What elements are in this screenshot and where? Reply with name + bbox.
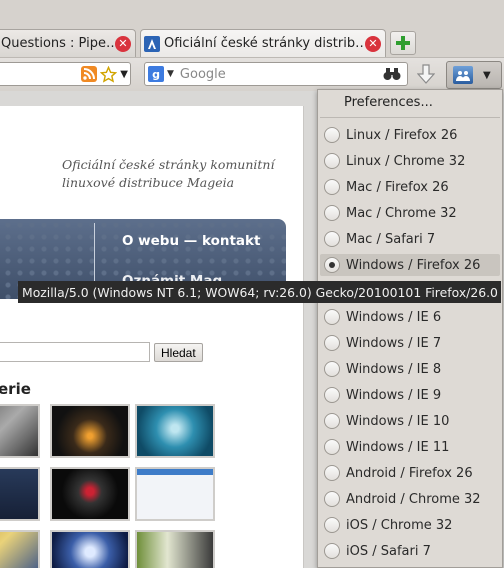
plus-icon — [396, 36, 410, 50]
binoculars-icon[interactable] — [383, 67, 401, 81]
close-icon[interactable]: ✕ — [365, 35, 381, 52]
radio-icon[interactable] — [324, 543, 340, 559]
chevron-down-icon[interactable]: ▼ — [483, 70, 491, 81]
menu-item-label: Android / Chrome 32 — [346, 491, 481, 507]
menu-item-label: Windows / IE 8 — [346, 361, 442, 377]
menu-separator — [320, 117, 500, 118]
gallery-thumbnail[interactable] — [50, 467, 130, 521]
gallery-thumbnail[interactable] — [135, 404, 215, 458]
close-icon[interactable]: ✕ — [115, 35, 131, 52]
user-agent-tooltip: Mozilla/5.0 (Windows NT 6.1; WOW64; rv:2… — [18, 281, 501, 303]
tab-label: Questions : Pipe… — [1, 36, 115, 51]
search-bar[interactable]: g ▼ Google — [144, 62, 408, 86]
gallery-thumbnail[interactable] — [50, 404, 130, 458]
menu-item-user-agent[interactable]: Windows / IE 9 — [320, 384, 500, 406]
menu-item-label: Windows / IE 7 — [346, 335, 442, 351]
radio-icon[interactable] — [324, 179, 340, 195]
radio-icon[interactable] — [324, 387, 340, 403]
menu-item-user-agent[interactable]: Mac / Safari 7 — [320, 228, 500, 250]
menu-item-label: Linux / Chrome 32 — [346, 153, 466, 169]
gallery-thumbnail[interactable] — [0, 404, 40, 458]
menu-item-label: iOS / Safari 7 — [346, 543, 431, 559]
google-icon[interactable]: g — [148, 66, 164, 82]
user-agent-icon — [453, 66, 473, 84]
menu-item-user-agent[interactable]: Windows / IE 11 — [320, 436, 500, 458]
site-tagline: Oficiální české stránky komunitní linuxo… — [62, 157, 275, 190]
site-search-input[interactable] — [0, 342, 150, 362]
menu-item-label: Android / Firefox 26 — [346, 465, 473, 481]
menu-item-label: iOS / Chrome 32 — [346, 517, 453, 533]
radio-icon[interactable] — [324, 413, 340, 429]
menu-item-label: Windows / Firefox 26 — [346, 257, 481, 273]
mageia-favicon-icon — [144, 35, 160, 52]
radio-icon[interactable] — [324, 439, 340, 455]
gallery-thumbnail[interactable] — [0, 530, 40, 568]
downloads-button[interactable] — [412, 63, 440, 87]
gallery-heading: erie — [0, 380, 31, 398]
preferences-menu-item[interactable]: Preferences... — [344, 95, 433, 110]
radio-dot — [329, 262, 335, 268]
menu-item-user-agent[interactable]: Android / Chrome 32 — [320, 488, 500, 510]
tab-label: Oficiální české stránky distrib… — [164, 36, 365, 51]
menu-item-label: Mac / Safari 7 — [346, 231, 436, 247]
menu-item-label: Windows / IE 6 — [346, 309, 442, 325]
page-body: Oficiální české stránky komunitní linuxo… — [0, 106, 304, 568]
menu-item-user-agent[interactable]: Windows / IE 8 — [320, 358, 500, 380]
menu-item-label: Mac / Chrome 32 — [346, 205, 457, 221]
menu-item-user-agent[interactable]: Linux / Firefox 26 — [320, 124, 500, 146]
download-arrow-icon — [417, 64, 435, 84]
menu-item-user-agent[interactable]: Android / Firefox 26 — [320, 462, 500, 484]
menu-item-label: Linux / Firefox 26 — [346, 127, 458, 143]
search-placeholder[interactable]: Google — [180, 67, 383, 82]
tab-mageia[interactable]: Oficiální české stránky distrib… ✕ — [140, 29, 386, 57]
site-search-button[interactable]: Hledat — [154, 343, 203, 362]
tab-strip: Questions : Pipe… ✕ Oficiální české strá… — [0, 0, 504, 58]
menu-item-label: Windows / IE 10 — [346, 413, 450, 429]
user-agent-menu: Preferences... Linux / Firefox 26 Linux /… — [317, 89, 503, 568]
tab-questions[interactable]: Questions : Pipe… ✕ — [0, 29, 136, 57]
radio-icon[interactable] — [324, 465, 340, 481]
menu-item-user-agent[interactable]: Windows / IE 7 — [320, 332, 500, 354]
url-bar[interactable]: ▼ — [0, 62, 131, 86]
radio-icon[interactable] — [324, 231, 340, 247]
radio-icon[interactable] — [324, 153, 340, 169]
menu-item-user-agent[interactable]: iOS / Chrome 32 — [320, 514, 500, 536]
rss-icon[interactable] — [81, 66, 98, 82]
nav-link-about[interactable]: O webu — kontakt — [122, 233, 260, 249]
chevron-down-icon[interactable]: ▼ — [167, 69, 174, 79]
radio-selected-icon[interactable] — [324, 257, 340, 273]
gallery-thumbnail[interactable] — [50, 530, 130, 568]
menu-item-user-agent[interactable]: Windows / IE 6 — [320, 306, 500, 328]
radio-icon[interactable] — [324, 491, 340, 507]
gallery-thumbnail[interactable] — [135, 467, 215, 521]
menu-item-user-agent[interactable]: iOS / Safari 7 — [320, 540, 500, 562]
radio-icon[interactable] — [324, 335, 340, 351]
chevron-down-icon[interactable]: ▼ — [120, 69, 128, 80]
gallery-thumbnail[interactable] — [135, 530, 215, 568]
menu-item-label: Windows / IE 11 — [346, 439, 450, 455]
menu-item-label: Mac / Firefox 26 — [346, 179, 449, 195]
radio-icon[interactable] — [324, 127, 340, 143]
user-agent-switcher-button[interactable]: ▼ — [446, 61, 502, 89]
radio-icon[interactable] — [324, 309, 340, 325]
new-tab-button[interactable] — [390, 31, 416, 55]
menu-item-label: Windows / IE 9 — [346, 387, 442, 403]
radio-icon[interactable] — [324, 205, 340, 221]
radio-icon[interactable] — [324, 361, 340, 377]
menu-item-user-agent[interactable]: Linux / Chrome 32 — [320, 150, 500, 172]
menu-item-user-agent[interactable]: Windows / IE 10 — [320, 410, 500, 432]
bookmark-star-icon[interactable] — [100, 65, 118, 83]
menu-item-user-agent[interactable]: Mac / Firefox 26 — [320, 176, 500, 198]
navigation-toolbar: ▼ g ▼ Google ▼ — [0, 57, 504, 91]
menu-item-user-agent[interactable]: Mac / Chrome 32 — [320, 202, 500, 224]
menu-item-user-agent[interactable]: Windows / Firefox 26 — [320, 254, 500, 276]
radio-icon[interactable] — [324, 517, 340, 533]
gallery-thumbnail[interactable] — [0, 467, 40, 521]
